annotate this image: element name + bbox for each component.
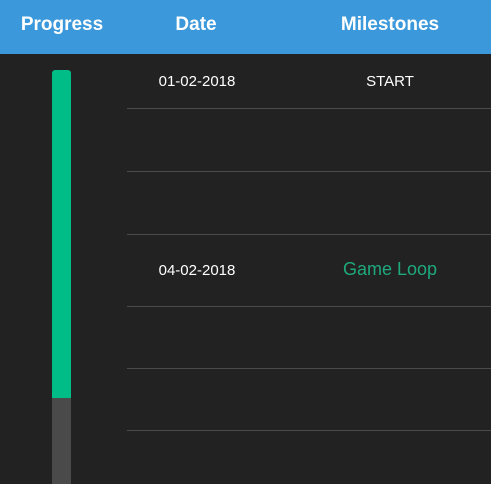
table-row	[127, 369, 491, 431]
table-row	[127, 172, 491, 235]
progress-column-header: Progress	[20, 14, 104, 35]
date-column-header: Date	[175, 14, 217, 35]
progress-bar-track	[52, 70, 71, 484]
milestone-rows: 01-02-2018 START 04-02-2018 Game Loop	[127, 54, 491, 431]
row-milestone: START	[366, 73, 414, 90]
table-row	[127, 109, 491, 172]
table-row: 04-02-2018 Game Loop	[127, 235, 491, 307]
milestone-timeline: Progress Date Milestones 01-02-2018 STAR…	[0, 0, 491, 484]
milestones-column-header: Milestones	[340, 14, 440, 35]
row-date: 01-02-2018	[158, 73, 236, 90]
table-row: 01-02-2018 START	[127, 54, 491, 109]
table-row	[127, 307, 491, 369]
row-milestone: Game Loop	[342, 259, 438, 279]
row-date: 04-02-2018	[158, 262, 236, 279]
table-header: Progress Date Milestones	[0, 0, 491, 54]
progress-bar-fill	[52, 70, 71, 398]
